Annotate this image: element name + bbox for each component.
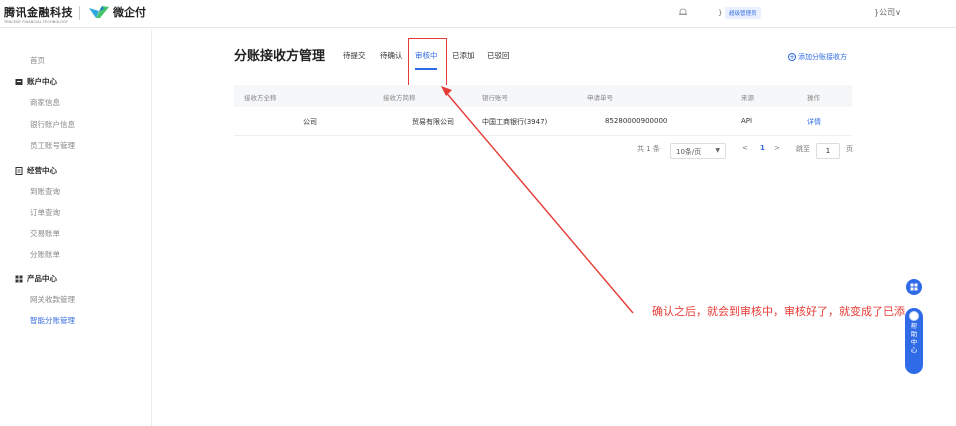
sidebar-item-smart-split[interactable]: 智能分账管理 bbox=[30, 315, 75, 326]
goto-page-input[interactable]: 1 bbox=[816, 143, 840, 159]
sidebar-item-bank-account[interactable]: 银行账户信息 bbox=[30, 119, 75, 130]
caret-down-icon: ▼ bbox=[715, 147, 720, 154]
tencent-fintech-logo[interactable]: 腾讯金融科技 TENCENT FINANCIAL TECHNOLOGY bbox=[4, 4, 73, 24]
sidebar-group-account[interactable]: 账户中心 bbox=[15, 76, 57, 87]
annotation-text: 确认之后，就会到审核中，审核好了，就变成了已添 bbox=[652, 305, 905, 318]
sidebar: 首页 账户中心 商家信息 银行账户信息 员工账号管理 经营中心 到账查询 订单查… bbox=[0, 29, 152, 426]
brand-tencent-en-text: TENCENT FINANCIAL TECHNOLOGY bbox=[4, 20, 68, 24]
sidebar-item-home[interactable]: 首页 bbox=[30, 55, 45, 66]
annotation-highlight-box bbox=[408, 38, 447, 86]
column-header-full-name: 接收方全称 bbox=[244, 94, 277, 102]
sidebar-item-staff-account[interactable]: 员工账号管理 bbox=[30, 140, 75, 151]
company-dropdown[interactable]: }公司∨ bbox=[874, 7, 901, 18]
cell-source: API bbox=[741, 117, 753, 125]
sidebar-group-label: 账户中心 bbox=[27, 77, 57, 86]
brand-divider bbox=[79, 6, 80, 20]
cell-short-name: 贸易有限公司 bbox=[412, 118, 454, 126]
add-receiver-button[interactable]: + 添加分账接收方 bbox=[788, 52, 847, 62]
column-header-source: 来源 bbox=[741, 94, 754, 102]
plus-circle-icon: + bbox=[788, 52, 796, 61]
sidebar-group-business[interactable]: 经营中心 bbox=[15, 165, 57, 176]
pagination-total: 共 1 条 bbox=[637, 145, 660, 153]
product-center-icon bbox=[15, 275, 23, 283]
tab-pending-confirm[interactable]: 待确认 bbox=[380, 50, 403, 61]
admin-role-badge: 超级管理员 bbox=[725, 7, 761, 19]
brand-product-text: 微企付 bbox=[113, 6, 146, 19]
apps-grid-icon bbox=[910, 283, 918, 291]
table-header bbox=[234, 85, 852, 107]
column-header-apply-no: 申请单号 bbox=[587, 94, 613, 102]
account-center-icon bbox=[15, 78, 23, 86]
sidebar-group-product[interactable]: 产品中心 bbox=[15, 273, 57, 284]
help-grid-button[interactable] bbox=[906, 279, 922, 295]
top-bar: 腾讯金融科技 TENCENT FINANCIAL TECHNOLOGY 微企付 … bbox=[0, 0, 956, 28]
wqf-logo[interactable]: 微企付 bbox=[88, 4, 146, 20]
support-avatar-icon bbox=[909, 311, 919, 321]
column-header-bank-account: 银行账号 bbox=[482, 94, 508, 102]
notification-icon[interactable] bbox=[678, 7, 688, 17]
sidebar-group-label: 产品中心 bbox=[27, 274, 57, 283]
row-divider bbox=[234, 135, 852, 136]
sidebar-group-label: 经营中心 bbox=[27, 166, 57, 175]
current-page[interactable]: 1 bbox=[760, 144, 765, 152]
sidebar-item-split-bill[interactable]: 分账账单 bbox=[30, 249, 60, 260]
prev-page-button[interactable]: < bbox=[742, 144, 748, 152]
column-header-short-name: 接收方简称 bbox=[383, 94, 416, 102]
tab-pending-submit[interactable]: 待提交 bbox=[343, 50, 366, 61]
page-title: 分账接收方管理 bbox=[234, 49, 326, 64]
page-size-value: 10条/页 bbox=[676, 148, 702, 156]
goto-label: 跳至 bbox=[796, 145, 810, 153]
sidebar-item-transaction-bill[interactable]: 交易账单 bbox=[30, 228, 60, 239]
sidebar-item-arrival-query[interactable]: 到账查询 bbox=[30, 186, 60, 197]
business-center-icon bbox=[15, 166, 23, 175]
wqf-leaf-icon bbox=[89, 6, 109, 18]
help-center-label: 帮助中心 bbox=[910, 322, 918, 354]
add-receiver-label: 添加分账接收方 bbox=[798, 53, 847, 61]
cell-bank-account: 中国工商银行(3947) bbox=[482, 118, 548, 126]
help-center-button[interactable]: 帮助中心 bbox=[905, 308, 923, 374]
sidebar-item-order-query[interactable]: 订单查询 bbox=[30, 207, 60, 218]
user-name: } bbox=[718, 9, 723, 17]
details-link[interactable]: 详情 bbox=[807, 117, 821, 127]
cell-apply-no: 85280000900000 bbox=[605, 117, 668, 125]
cell-full-name: 公司 bbox=[303, 118, 317, 126]
brand-tencent-text: 腾讯金融科技 bbox=[4, 6, 73, 19]
sidebar-item-gateway-payment[interactable]: 网关收款管理 bbox=[30, 294, 75, 305]
sidebar-item-merchant-info[interactable]: 商家信息 bbox=[30, 97, 60, 108]
next-page-button[interactable]: > bbox=[774, 144, 780, 152]
goto-unit: 页 bbox=[846, 145, 853, 153]
page-size-select[interactable]: 10条/页 ▼ bbox=[670, 143, 726, 159]
column-header-action: 操作 bbox=[807, 94, 820, 102]
tab-rejected[interactable]: 已驳回 bbox=[487, 50, 510, 61]
tab-added[interactable]: 已添加 bbox=[452, 50, 475, 61]
